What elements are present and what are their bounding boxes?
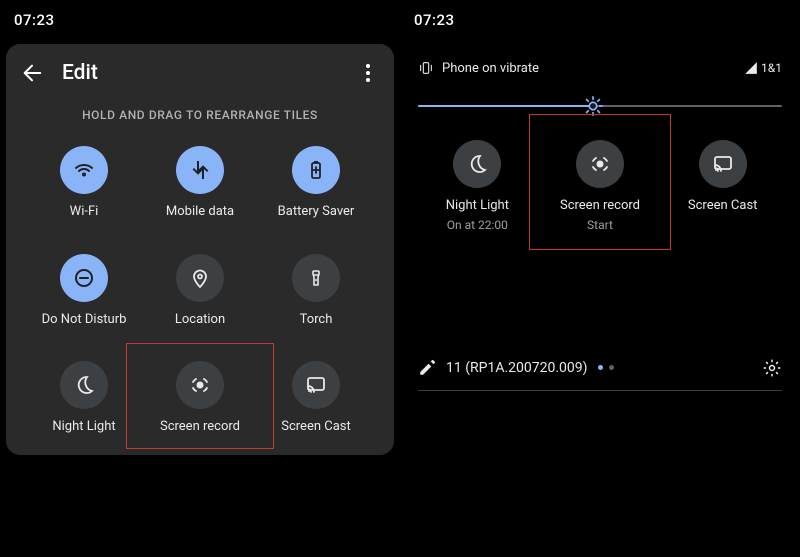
tile-label: Night Light <box>52 419 115 435</box>
highlight-annotation <box>126 343 274 449</box>
cast-icon <box>292 361 340 409</box>
tile-label: Screen Cast <box>688 198 758 214</box>
tile-label: Wi-Fi <box>70 204 99 220</box>
tile-mobile-data[interactable]: Mobile data <box>142 146 258 220</box>
tile-torch[interactable]: Torch <box>258 254 374 328</box>
wifi-icon <box>60 146 108 194</box>
qs-tile-row: Night Light On at 22:00 Screen record St… <box>412 140 788 232</box>
brightness-thumb-icon <box>583 96 603 116</box>
page-title: Edit <box>62 61 98 85</box>
status-bar-left: 07:23 <box>0 0 400 40</box>
cast-icon <box>699 140 747 188</box>
tile-dnd[interactable]: Do Not Disturb <box>26 254 142 328</box>
tile-sublabel: On at 22:00 <box>447 218 508 232</box>
page-indicator <box>598 365 614 370</box>
ringer-label: Phone on vibrate <box>442 61 539 76</box>
tile-grid: Wi-Fi Mobile data Battery Saver Do Not D <box>6 140 394 445</box>
tile-wifi[interactable]: Wi-Fi <box>26 146 142 220</box>
signal-status: 1&1 <box>744 61 782 75</box>
battery-icon <box>292 146 340 194</box>
clock: 07:23 <box>14 11 55 29</box>
status-bar-right: 07:23 <box>400 0 800 40</box>
settings-gear-icon[interactable] <box>762 358 782 378</box>
highlight-annotation <box>529 114 672 250</box>
torch-icon <box>292 254 340 302</box>
clock: 07:23 <box>414 11 455 29</box>
signal-icon <box>744 61 758 75</box>
more-options-icon[interactable] <box>356 61 380 85</box>
build-row: 11 (RP1A.200720.009) <box>412 350 788 386</box>
mobiledata-icon <box>176 146 224 194</box>
slider-fill <box>418 105 593 107</box>
dnd-icon <box>60 254 108 302</box>
rearrange-hint: HOLD AND DRAG TO REARRANGE TILES <box>6 102 394 140</box>
edit-header: Edit <box>6 44 394 102</box>
tile-label: Mobile data <box>166 204 234 220</box>
qs-tile-night-light[interactable]: Night Light On at 22:00 <box>416 140 539 232</box>
tile-label: Night Light <box>446 198 509 214</box>
status-row: Phone on vibrate 1&1 <box>412 48 788 90</box>
tile-label: Location <box>175 312 225 328</box>
build-label: 11 (RP1A.200720.009) <box>446 360 588 376</box>
tile-label: Do Not Disturb <box>42 312 127 328</box>
vibrate-icon <box>418 60 434 76</box>
nightlight-icon <box>453 140 501 188</box>
edit-tiles-panel: Edit HOLD AND DRAG TO REARRANGE TILES Wi… <box>6 44 394 455</box>
edit-pencil-icon[interactable] <box>418 359 436 377</box>
quick-settings-panel: Phone on vibrate 1&1 Night Light On at 2… <box>400 40 800 391</box>
back-arrow-icon[interactable] <box>20 61 44 85</box>
location-icon <box>176 254 224 302</box>
qs-tile-screen-record[interactable]: Screen record Start <box>539 140 662 232</box>
carrier-label: 1&1 <box>761 61 782 75</box>
tile-label: Battery Saver <box>278 204 355 220</box>
qs-tile-screen-cast[interactable]: Screen Cast <box>661 140 784 232</box>
tile-screen-record[interactable]: Screen record <box>142 361 258 435</box>
tile-night-light[interactable]: Night Light <box>26 361 142 435</box>
tile-location[interactable]: Location <box>142 254 258 328</box>
tile-label: Screen Cast <box>281 419 351 435</box>
divider <box>418 390 782 391</box>
nightlight-icon <box>60 361 108 409</box>
tile-screen-cast[interactable]: Screen Cast <box>258 361 374 435</box>
tile-label: Torch <box>300 312 333 328</box>
tile-battery-saver[interactable]: Battery Saver <box>258 146 374 220</box>
